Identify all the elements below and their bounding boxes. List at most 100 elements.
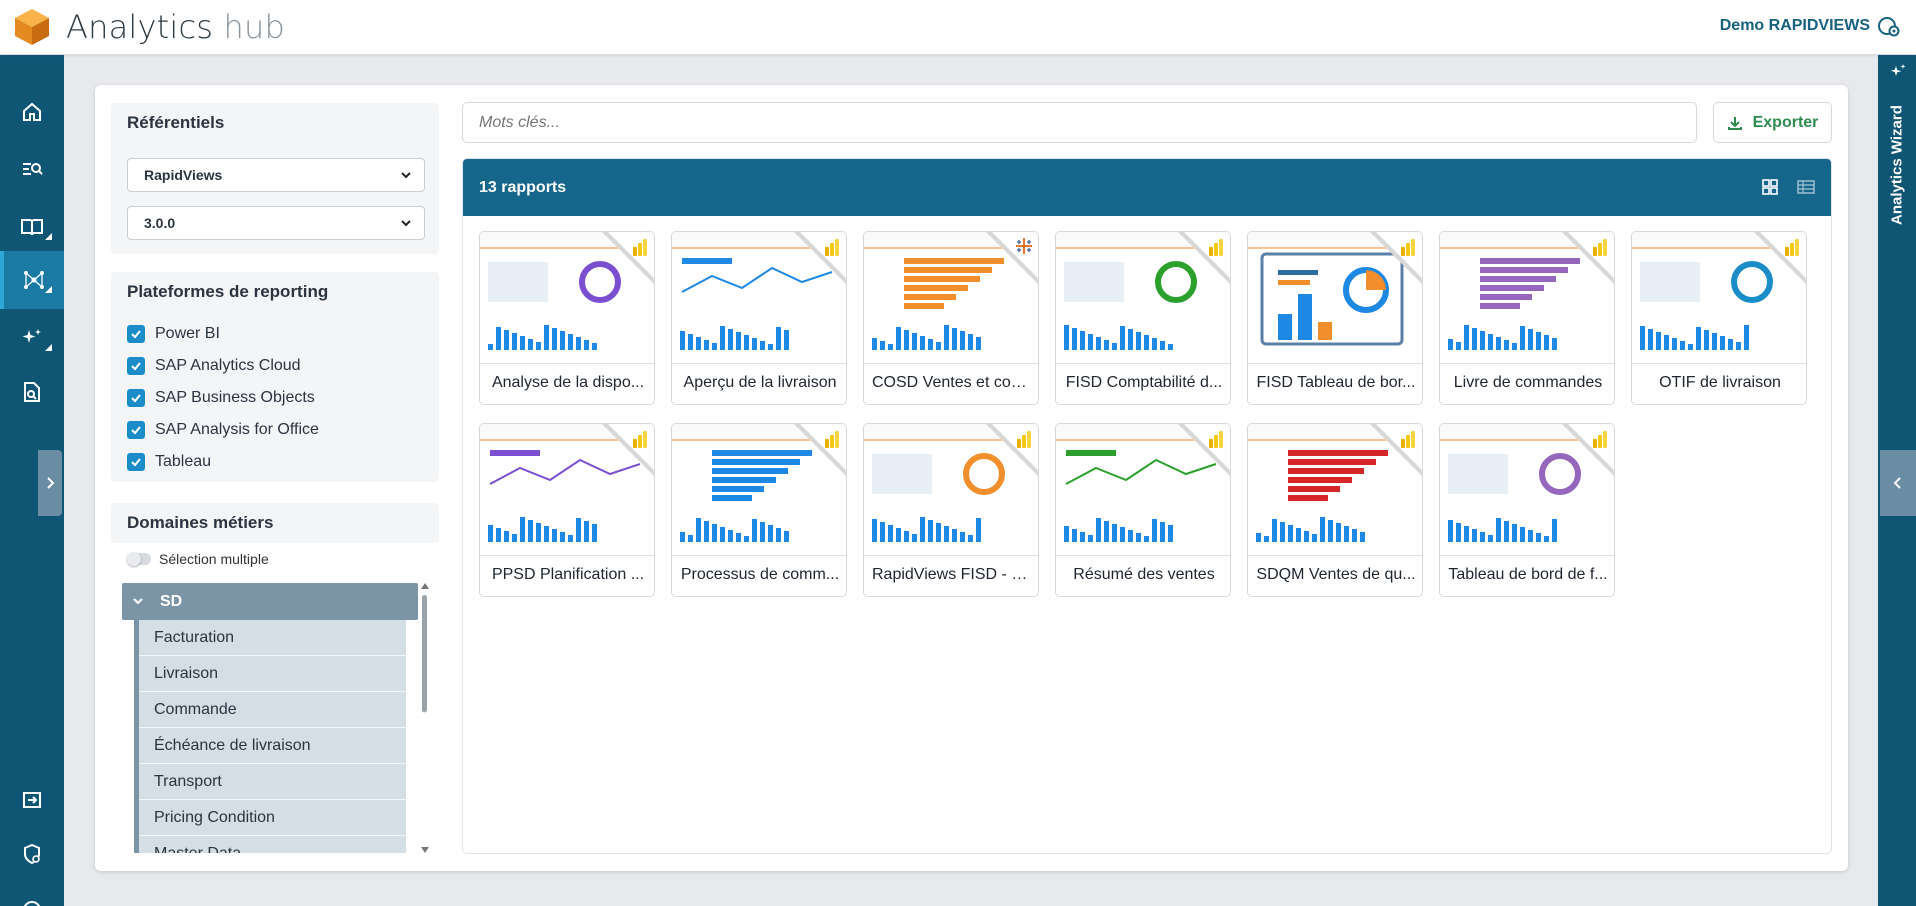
export-button[interactable]: Exporter	[1713, 102, 1832, 143]
report-title[interactable]: Résumé des ventes	[1064, 566, 1224, 584]
user-account-link[interactable]: Demo RAPIDVIEWS	[1720, 17, 1870, 35]
user-settings-icon[interactable]	[1878, 15, 1900, 37]
tree-item[interactable]: Master Data	[139, 836, 406, 853]
report-card[interactable]: COSD Ventes et coûts	[863, 231, 1039, 405]
report-thumbnail[interactable]	[480, 424, 654, 556]
nav-ai[interactable]	[0, 309, 64, 367]
expand-right-panel[interactable]	[1880, 450, 1916, 516]
platform-option[interactable]: Tableau	[127, 450, 211, 474]
report-thumbnail[interactable]	[1248, 424, 1422, 556]
list-view-icon[interactable]	[1797, 178, 1815, 196]
power-bi-icon	[825, 431, 839, 448]
checkbox-checked-icon[interactable]	[127, 325, 145, 343]
report-thumbnail[interactable]	[1440, 232, 1614, 364]
tree-scrollbar[interactable]	[420, 583, 429, 853]
report-title[interactable]: Livre de commandes	[1448, 374, 1608, 392]
checkbox-checked-icon[interactable]	[127, 421, 145, 439]
domaines-header: Domaines métiers	[127, 513, 274, 532]
tree-item[interactable]: Transport	[139, 764, 406, 800]
report-title[interactable]: FISD Comptabilité d...	[1064, 374, 1224, 392]
report-card[interactable]: PPSD Planification ...	[479, 423, 655, 597]
nav-admin[interactable]	[0, 825, 64, 883]
results-header: 13 rapports	[463, 159, 1831, 216]
report-thumbnail[interactable]	[1056, 424, 1230, 556]
scroll-thumb[interactable]	[422, 595, 427, 713]
nav-home[interactable]	[0, 83, 64, 141]
report-thumbnail[interactable]	[480, 232, 654, 364]
report-title[interactable]: COSD Ventes et coûts	[872, 374, 1032, 392]
report-thumbnail[interactable]	[864, 424, 1038, 556]
checkbox-checked-icon[interactable]	[127, 389, 145, 407]
toggle-label: Sélection multiple	[159, 551, 269, 567]
report-card[interactable]: Résumé des ventes	[1055, 423, 1231, 597]
report-thumbnail[interactable]	[864, 232, 1038, 364]
grid-view-icon[interactable]	[1761, 178, 1779, 196]
tree-item[interactable]: Livraison	[139, 656, 406, 692]
report-title[interactable]: Processus de comm...	[680, 566, 840, 584]
plateformes-header: Plateformes de reporting	[127, 282, 329, 301]
report-title[interactable]: OTIF de livraison	[1640, 374, 1800, 392]
report-title[interactable]: Analyse de la dispo...	[488, 374, 648, 392]
report-thumbnail[interactable]	[672, 424, 846, 556]
report-thumbnail[interactable]	[1440, 424, 1614, 556]
checkbox-checked-icon[interactable]	[127, 453, 145, 471]
version-select[interactable]: 3.0.0	[127, 206, 425, 240]
keyword-search[interactable]	[462, 102, 1697, 143]
nav-import[interactable]	[0, 771, 64, 829]
collapse-left-panel[interactable]	[38, 450, 62, 516]
platform-option[interactable]: SAP Analytics Cloud	[127, 354, 301, 378]
report-card[interactable]: Aperçu de la livraison	[671, 231, 847, 405]
chevron-down-icon[interactable]	[132, 595, 144, 607]
report-thumbnail[interactable]	[1248, 232, 1422, 364]
report-title[interactable]: FISD Tableau de bor...	[1256, 374, 1416, 392]
multiple-selection-toggle[interactable]: Sélection multiple	[127, 551, 269, 567]
platform-option-label: SAP Analytics Cloud	[155, 357, 301, 374]
report-thumbnail[interactable]	[1056, 232, 1230, 364]
nav-document-search[interactable]	[0, 363, 64, 421]
report-card[interactable]: OTIF de livraison	[1631, 231, 1807, 405]
tree-item[interactable]: Pricing Condition	[139, 800, 406, 836]
report-card[interactable]: Tableau de bord de f...	[1439, 423, 1615, 597]
report-title[interactable]: SDQM Ventes de qu...	[1256, 566, 1416, 584]
platform-option[interactable]: Power BI	[127, 322, 220, 346]
tree-item[interactable]: Commande	[139, 692, 406, 728]
tree-item[interactable]: Facturation	[139, 620, 406, 656]
nav-support[interactable]	[0, 881, 64, 906]
report-title[interactable]: RapidViews FISD - 0...	[872, 566, 1032, 584]
toggle-switch[interactable]	[127, 552, 151, 566]
report-card[interactable]: Livre de commandes	[1439, 231, 1615, 405]
tree-item[interactable]: Échéance de livraison	[139, 728, 406, 764]
view-switcher	[1761, 178, 1815, 196]
tree-children: Facturation Livraison Commande Échéance …	[134, 620, 406, 853]
report-card[interactable]: Analyse de la dispo...	[479, 231, 655, 405]
submenu-caret-icon	[45, 233, 52, 240]
report-card[interactable]: RapidViews FISD - 0...	[863, 423, 1039, 597]
report-thumbnail[interactable]	[1632, 232, 1806, 364]
report-card[interactable]: FISD Comptabilité d...	[1055, 231, 1231, 405]
repository-select[interactable]: RapidViews	[127, 158, 425, 192]
submenu-caret-icon	[45, 286, 52, 293]
platform-option[interactable]: SAP Analysis for Office	[127, 418, 319, 442]
export-label: Exporter	[1752, 113, 1819, 131]
nav-search[interactable]	[0, 140, 64, 198]
nav-network[interactable]	[0, 251, 64, 309]
report-thumbnail[interactable]	[672, 232, 846, 364]
power-bi-icon	[825, 239, 839, 256]
report-card[interactable]: SDQM Ventes de qu...	[1247, 423, 1423, 597]
scroll-down-icon[interactable]	[421, 847, 429, 853]
checkbox-checked-icon[interactable]	[127, 357, 145, 375]
scroll-up-icon[interactable]	[421, 583, 429, 589]
platform-option[interactable]: SAP Business Objects	[127, 386, 315, 410]
report-card[interactable]: Processus de comm...	[671, 423, 847, 597]
analytics-wizard-label[interactable]: Analytics Wizard	[1886, 90, 1908, 240]
report-title[interactable]: PPSD Planification ...	[488, 566, 648, 584]
nav-catalog[interactable]	[0, 198, 64, 256]
tree-group-sd[interactable]: SD	[122, 583, 418, 620]
report-title[interactable]: Tableau de bord de f...	[1448, 566, 1608, 584]
report-card[interactable]: FISD Tableau de bor...	[1247, 231, 1423, 405]
wizard-sparkles-icon[interactable]	[1888, 62, 1908, 82]
tree-group-label: SD	[160, 593, 183, 610]
report-title[interactable]: Aperçu de la livraison	[680, 374, 840, 392]
cube-logo-icon[interactable]	[12, 7, 52, 47]
keyword-search-input[interactable]	[463, 103, 1696, 142]
